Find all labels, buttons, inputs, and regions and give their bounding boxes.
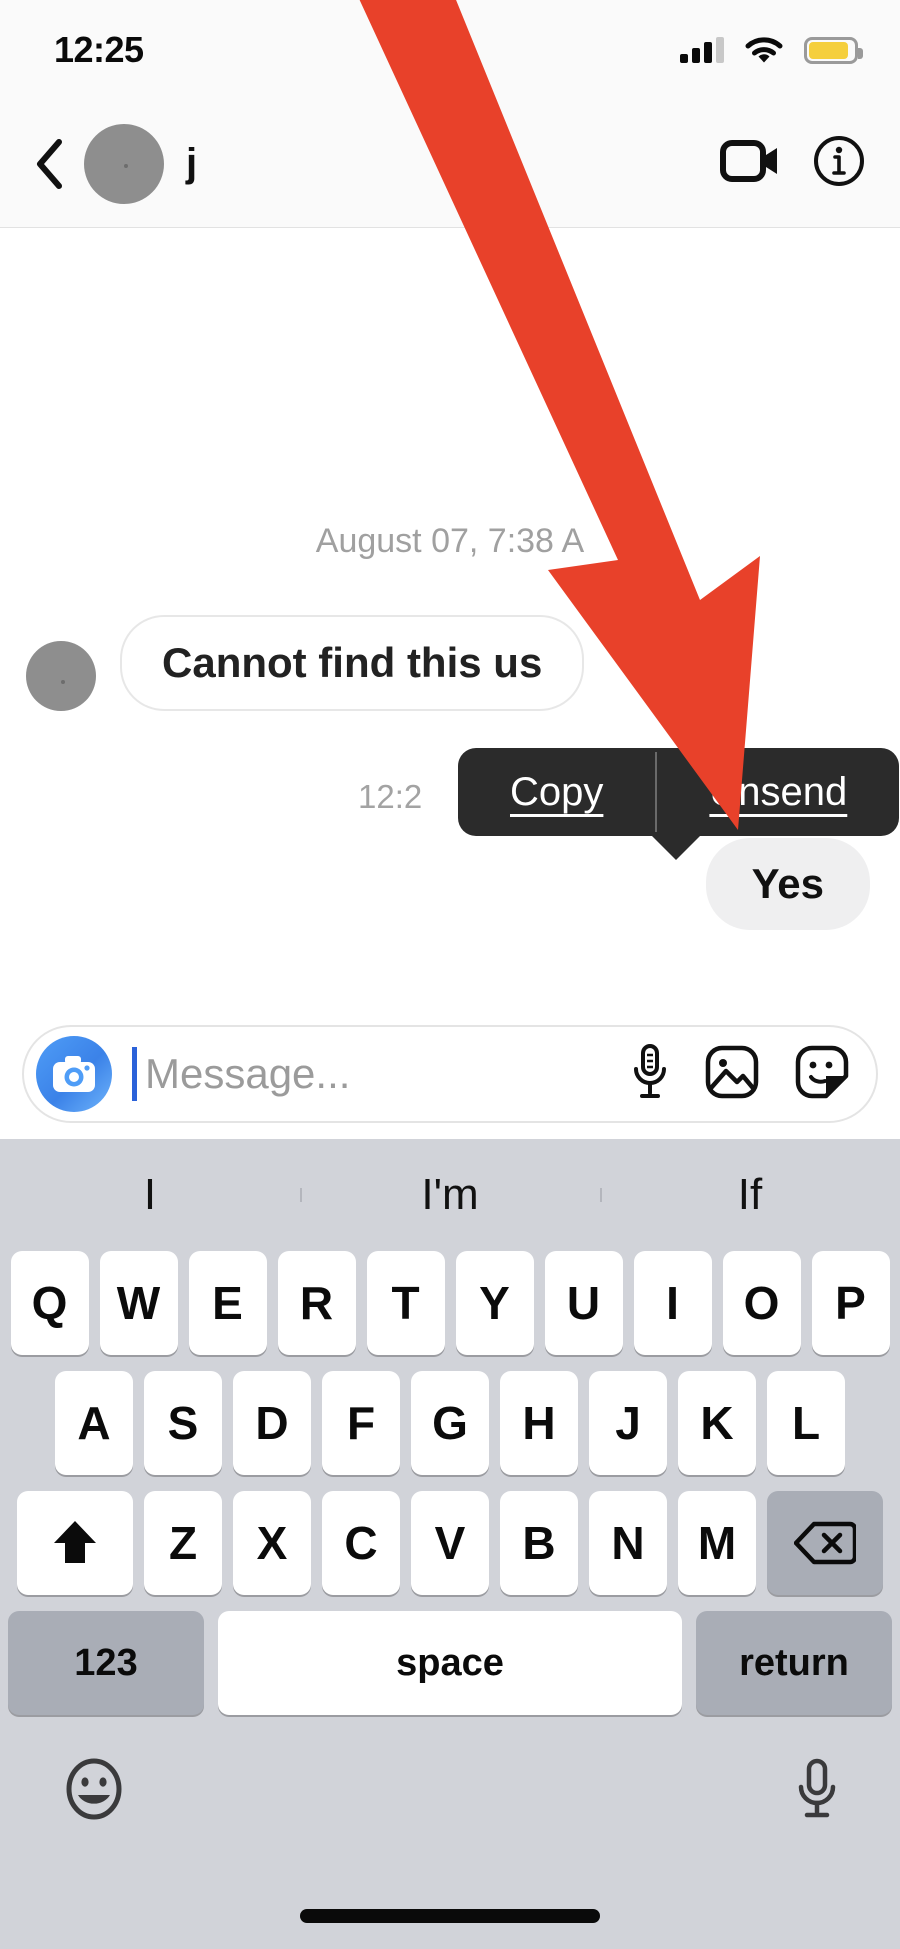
backspace-key-icon[interactable] [767, 1491, 883, 1595]
contact-avatar[interactable] [84, 123, 164, 204]
key-p[interactable]: P [811, 1251, 890, 1355]
key-m[interactable]: M [678, 1491, 756, 1595]
key-h[interactable]: H [500, 1371, 578, 1475]
key-y[interactable]: Y [455, 1251, 534, 1355]
info-icon[interactable] [812, 134, 866, 193]
keyboard-row-1: Q W E R T Y U I O P [0, 1251, 900, 1355]
key-l[interactable]: L [767, 1371, 845, 1475]
status-time: 12:25 [54, 29, 144, 70]
key-g[interactable]: G [411, 1371, 489, 1475]
camera-icon[interactable] [36, 1036, 112, 1112]
date-separator: August 07, 7:38 A [315, 522, 585, 560]
message-input-placeholder[interactable]: Message... [145, 1050, 596, 1098]
key-z[interactable]: Z [144, 1491, 222, 1595]
video-call-icon[interactable] [720, 138, 782, 189]
message-context-menu: Copy Unsend [458, 748, 900, 860]
return-key[interactable]: return [696, 1611, 892, 1715]
key-o[interactable]: O [722, 1251, 801, 1355]
key-s[interactable]: S [144, 1371, 222, 1475]
key-i[interactable]: I [633, 1251, 712, 1355]
copy-menu-item[interactable]: Copy [458, 748, 655, 836]
sender-avatar[interactable] [26, 641, 96, 711]
context-menu-tail [650, 834, 702, 860]
suggestion-0[interactable]: I [0, 1170, 300, 1220]
key-c[interactable]: C [322, 1491, 400, 1595]
status-bar: 12:25 [0, 0, 900, 100]
text-cursor [132, 1047, 137, 1101]
key-f[interactable]: F [322, 1371, 400, 1475]
message-input-bar: Message... [22, 1025, 878, 1123]
shift-key-icon[interactable] [17, 1491, 133, 1595]
suggestion-1[interactable]: I'm [300, 1170, 600, 1220]
cellular-signal-icon [680, 37, 724, 63]
message-timestamp: 12:2 [358, 778, 423, 815]
contact-username[interactable]: j [186, 141, 197, 186]
message-thread: August 07, 7:38 A Cannot find this us 12… [0, 228, 900, 1023]
back-chevron-icon[interactable] [26, 136, 72, 192]
battery-icon [804, 36, 863, 64]
microphone-icon[interactable] [630, 1043, 670, 1106]
key-e[interactable]: E [188, 1251, 267, 1355]
keyboard-row-3: Z X C V B N M [0, 1491, 900, 1595]
keyboard-row-4: 123 space return [0, 1611, 900, 1715]
key-k[interactable]: K [678, 1371, 756, 1475]
key-w[interactable]: W [99, 1251, 178, 1355]
key-d[interactable]: D [233, 1371, 311, 1475]
wifi-icon [745, 37, 783, 63]
keyboard-row-2: A S D F G H J K L [0, 1371, 900, 1475]
phone-screen: 12:25 j August 07, 7:38 A Cannot find th… [0, 0, 900, 1949]
status-indicators [680, 35, 863, 65]
key-j[interactable]: J [589, 1371, 667, 1475]
key-r[interactable]: R [277, 1251, 356, 1355]
key-v[interactable]: V [411, 1491, 489, 1595]
unsend-menu-item[interactable]: Unsend [657, 748, 899, 836]
chat-header: j [0, 100, 900, 228]
key-b[interactable]: B [500, 1491, 578, 1595]
key-n[interactable]: N [589, 1491, 667, 1595]
dictation-microphone-icon[interactable] [796, 1758, 838, 1825]
key-q[interactable]: Q [10, 1251, 89, 1355]
numeric-key[interactable]: 123 [8, 1611, 204, 1715]
key-t[interactable]: T [366, 1251, 445, 1355]
keyboard-bottom-bar [0, 1731, 900, 1826]
photo-library-icon[interactable] [704, 1044, 760, 1105]
suggestion-2[interactable]: If [600, 1170, 900, 1220]
emoji-keyboard-icon[interactable] [62, 1757, 126, 1826]
onscreen-keyboard: I I'm If Q W E R T Y U I O P A S D F G H… [0, 1139, 900, 1949]
outgoing-message-bubble[interactable]: Yes [705, 838, 870, 930]
incoming-message-row: Cannot find this us [26, 615, 585, 711]
key-x[interactable]: X [233, 1491, 311, 1595]
suggestion-bar: I I'm If [0, 1139, 900, 1251]
space-key[interactable]: space [218, 1611, 682, 1715]
home-indicator [300, 1909, 600, 1923]
incoming-message-bubble[interactable]: Cannot find this us [120, 615, 585, 711]
key-a[interactable]: A [55, 1371, 133, 1475]
key-u[interactable]: U [544, 1251, 623, 1355]
sticker-icon[interactable] [794, 1044, 850, 1105]
